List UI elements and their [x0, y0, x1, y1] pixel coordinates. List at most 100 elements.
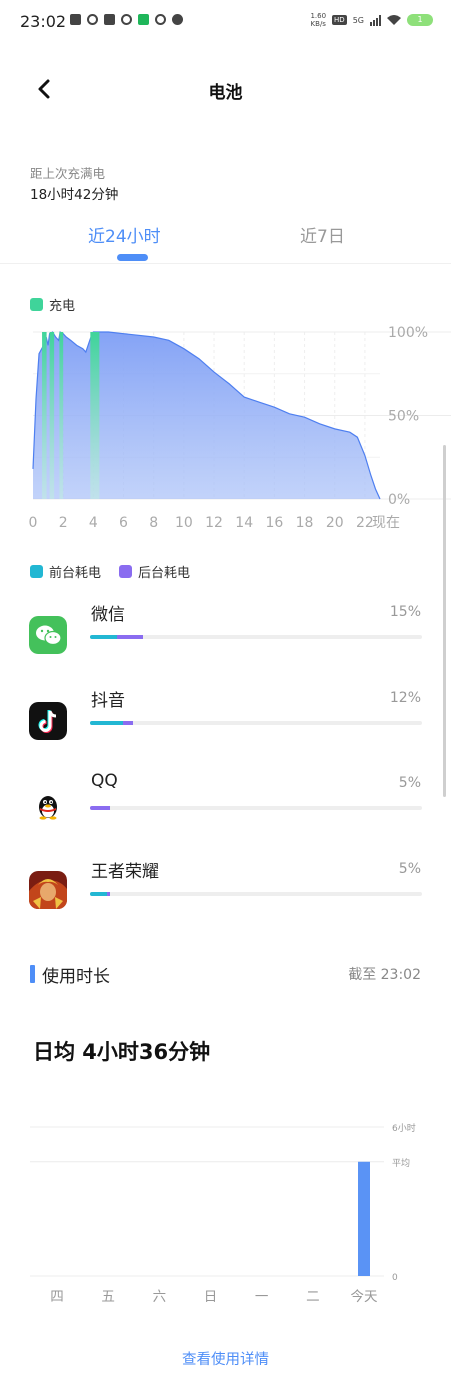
wechat-icon	[29, 616, 67, 654]
foreground-legend-swatch	[30, 565, 43, 578]
usage-as-of-time: 截至 23:02	[348, 967, 421, 983]
net-speed-value: 1.60	[310, 12, 327, 20]
status-bar: 23:02 1.60 KB/s HD 5G 1	[0, 0, 451, 44]
app-row-douyin[interactable]: 抖音 12%	[0, 684, 451, 764]
x-tick-label: 20	[326, 515, 344, 531]
background-legend-label: 后台耗电	[138, 566, 191, 581]
x-tick-label: 12	[205, 515, 223, 531]
scrollbar-thumb[interactable]	[443, 445, 446, 797]
app-name: 王者荣耀	[91, 862, 159, 882]
day-label: 四	[50, 1289, 64, 1305]
app-percent: 5%	[398, 775, 421, 791]
foreground-usage-fill	[90, 635, 117, 639]
battery-icon: 1	[407, 14, 433, 26]
charging-band	[59, 332, 64, 499]
signal-icon	[370, 14, 381, 26]
app-row-honor-of-kings[interactable]: 王者荣耀 5%	[0, 855, 451, 935]
active-tab-indicator	[117, 254, 148, 261]
x-tick-label: 2	[59, 515, 68, 531]
wechat-notification-icon	[138, 14, 149, 25]
net-speed-unit: KB/s	[310, 20, 326, 28]
usage-section-title: 使用时长	[42, 967, 110, 987]
app-name: 微信	[91, 605, 125, 625]
foreground-usage-fill	[90, 892, 107, 896]
app-notification-icon	[121, 14, 132, 25]
y-tick-label: 50%	[388, 409, 419, 425]
app-percent: 15%	[389, 604, 421, 620]
app-percent: 12%	[389, 690, 421, 706]
app-name: 抖音	[91, 691, 125, 711]
link-icon	[87, 14, 98, 25]
app-percent: 5%	[398, 861, 421, 877]
x-tick-label: 6	[119, 515, 128, 531]
page-title: 电池	[208, 83, 243, 103]
app-row-wechat[interactable]: 微信 15%	[0, 598, 451, 678]
y-max-label: 6小时	[392, 1122, 416, 1134]
x-tick-label: 16	[265, 515, 283, 531]
usage-section-header: 使用时长 截至 23:02	[30, 962, 421, 988]
app-name: QQ	[91, 771, 118, 791]
network-speed: 1.60 KB/s	[310, 12, 326, 28]
view-usage-details-link[interactable]: 查看使用详情	[0, 1348, 451, 1369]
douyin-icon	[29, 702, 67, 740]
x-tick-label: 18	[296, 515, 314, 531]
x-tick-label: 14	[235, 515, 253, 531]
battery-level-chart: 100%50%0%0 2 4 6 8 10 12 14 16 18 20 22现在	[29, 325, 451, 531]
charge-legend-swatch	[30, 298, 43, 311]
usage-bar	[358, 1161, 370, 1276]
foreground-legend-label: 前台耗电	[49, 566, 102, 581]
day-label: 一	[255, 1289, 269, 1305]
average-label: 平均	[392, 1157, 410, 1169]
background-usage-fill	[106, 892, 110, 896]
tab-7-days[interactable]: 近7日	[300, 222, 345, 247]
app-usage-bar	[90, 806, 422, 810]
background-usage-fill	[123, 721, 134, 725]
system-indicators: 1.60 KB/s HD 5G 1	[310, 12, 433, 28]
wifi-icon	[387, 15, 401, 25]
status-time: 23:02	[20, 12, 67, 31]
day-label: 二	[306, 1289, 320, 1305]
charge-legend: 充电	[30, 295, 75, 314]
background-usage-fill	[90, 806, 110, 810]
usage-duration-chart: 6小时平均 0 四 五 六 日 一 二 今天	[30, 1122, 416, 1305]
x-tick-label: 0	[29, 515, 38, 531]
hd-badge: HD	[332, 15, 347, 25]
day-label: 日	[204, 1289, 218, 1305]
y-zero-label: 0	[392, 1273, 398, 1283]
x-tick-label: 4	[89, 515, 98, 531]
app-header: 电池	[0, 64, 451, 114]
y-tick-label: 0%	[388, 492, 410, 508]
x-tick-label: 现在	[372, 515, 400, 531]
since-full-charge-value: 18小时42分钟	[30, 187, 119, 203]
y-tick-label: 100%	[388, 325, 428, 341]
usage-legend: 前台耗电 后台耗电	[30, 562, 190, 581]
background-legend-swatch	[119, 565, 133, 578]
notification-icons	[70, 14, 183, 25]
charge-legend-label: 充电	[49, 299, 76, 314]
x-tick-label: 8	[149, 515, 158, 531]
day-label: 六	[153, 1289, 167, 1305]
cloud-icon	[172, 14, 183, 25]
app-usage-bar	[90, 721, 422, 725]
battery-saver-icon	[70, 14, 81, 25]
charging-band	[42, 332, 47, 499]
foreground-usage-fill	[90, 721, 124, 725]
network-type: 5G	[352, 15, 364, 25]
app-usage-bar	[90, 635, 422, 639]
qq-penguin-icon	[29, 787, 67, 825]
day-label: 今天	[351, 1289, 378, 1305]
background-usage-fill	[116, 635, 144, 639]
charging-band	[90, 332, 100, 499]
honor-of-kings-icon	[29, 871, 67, 909]
app-usage-bar	[90, 892, 422, 896]
search-notification-icon	[155, 14, 166, 25]
charging-band	[49, 332, 55, 499]
daily-average-usage: 日均 4小时36分钟	[33, 1040, 211, 1064]
app-row-qq[interactable]: QQ 5%	[0, 769, 451, 849]
since-full-charge-label: 距上次充满电	[30, 166, 106, 181]
mail-icon	[104, 14, 115, 25]
tab-24-hours[interactable]: 近24小时	[88, 222, 161, 247]
x-tick-label: 10	[175, 515, 193, 531]
time-range-tabs: 近24小时 近7日	[0, 218, 451, 264]
section-marker	[30, 965, 35, 983]
